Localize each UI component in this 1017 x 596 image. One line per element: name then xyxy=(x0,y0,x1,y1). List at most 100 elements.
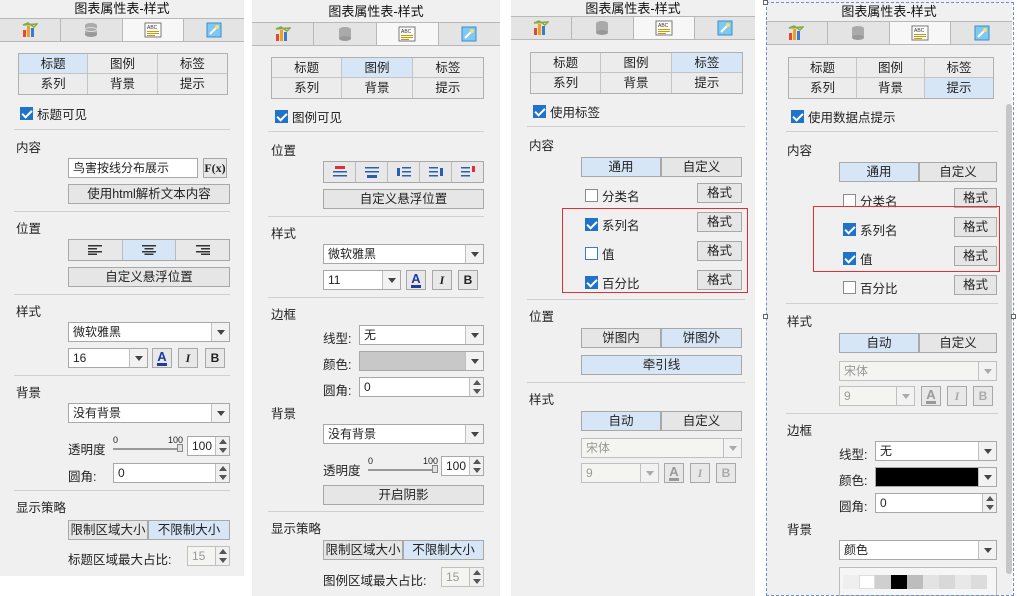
category-format-button[interactable]: 格式 xyxy=(697,183,742,203)
html-parse-button[interactable]: 使用html解析文本内容 xyxy=(68,184,230,204)
seg-legend[interactable]: 图例 xyxy=(342,58,413,78)
font-family-select[interactable]: 宋体 xyxy=(581,438,742,458)
tab-data[interactable] xyxy=(572,17,634,39)
opacity-slider[interactable]: 0 100 xyxy=(368,456,438,474)
seg-label[interactable]: 标签 xyxy=(157,54,227,74)
font-color-button[interactable]: A xyxy=(406,270,426,290)
tab-effects[interactable] xyxy=(694,17,755,39)
no-limit-size-button[interactable]: 不限制大小 xyxy=(403,540,484,560)
tab-effects[interactable] xyxy=(183,19,244,41)
seg-background[interactable]: 背景 xyxy=(601,73,672,93)
spinner-icon[interactable] xyxy=(215,464,229,482)
border-color-select[interactable] xyxy=(359,351,484,371)
max-ratio-input[interactable]: 15 xyxy=(187,546,230,566)
seg-legend[interactable]: 图例 xyxy=(601,53,672,73)
tab-chart-type[interactable] xyxy=(252,23,315,45)
font-family-select[interactable]: 微软雅黑 xyxy=(323,244,484,264)
spinner-icon[interactable] xyxy=(215,437,229,455)
font-color-button[interactable]: A xyxy=(664,463,684,483)
radius-input[interactable]: 0 xyxy=(359,377,484,397)
seg-series[interactable]: 系列 xyxy=(272,78,343,98)
shadow-button[interactable]: 开启阴影 xyxy=(323,485,484,505)
seg-label[interactable]: 标签 xyxy=(412,58,483,78)
custom-style-button[interactable]: 自定义 xyxy=(661,411,742,431)
seg-tooltip[interactable]: 提示 xyxy=(672,73,742,93)
slider-thumb[interactable] xyxy=(432,465,438,473)
font-color-button[interactable]: A xyxy=(152,348,172,368)
title-visible-checkbox[interactable]: 标题可见 xyxy=(20,104,87,123)
seg-legend[interactable]: 图例 xyxy=(88,54,158,74)
leader-line-button[interactable]: 牵引线 xyxy=(581,355,742,375)
auto-style-button[interactable]: 自动 xyxy=(581,411,661,431)
percent-checkbox[interactable]: 百分比 xyxy=(585,273,640,292)
seg-title[interactable]: 标题 xyxy=(272,58,343,78)
line-type-select[interactable]: 无 xyxy=(359,325,484,345)
percent-format-button[interactable]: 格式 xyxy=(697,270,742,290)
no-limit-size-button[interactable]: 不限制大小 xyxy=(148,520,230,540)
limit-size-button[interactable]: 限制区域大小 xyxy=(68,520,148,540)
seg-tooltip[interactable]: 提示 xyxy=(158,74,227,94)
tab-data[interactable] xyxy=(61,19,123,41)
font-family-select[interactable]: 微软雅黑 xyxy=(68,322,230,342)
italic-button[interactable]: I xyxy=(690,463,710,483)
opacity-input[interactable]: 100 xyxy=(441,456,484,476)
series-name-checkbox[interactable]: 系列名 xyxy=(585,215,640,234)
tab-chart-type[interactable] xyxy=(511,17,573,39)
seg-background[interactable]: 背景 xyxy=(88,74,158,94)
seg-series[interactable]: 系列 xyxy=(19,74,89,94)
bold-button[interactable]: B xyxy=(716,463,736,483)
font-size-select[interactable]: 11 xyxy=(323,270,401,290)
spinner-icon[interactable] xyxy=(469,568,483,586)
limit-size-button[interactable]: 限制区域大小 xyxy=(323,540,403,560)
radius-input[interactable]: 0 xyxy=(113,463,230,483)
resize-handle[interactable] xyxy=(1011,314,1016,319)
formula-button[interactable]: F(x) xyxy=(203,158,227,178)
legend-top-right-button[interactable] xyxy=(452,162,483,182)
tab-data[interactable] xyxy=(314,23,377,45)
tab-style[interactable]: ABC xyxy=(376,23,439,45)
resize-handle[interactable] xyxy=(763,0,768,5)
general-tab-button[interactable]: 通用 xyxy=(581,157,661,177)
value-format-button[interactable]: 格式 xyxy=(697,241,742,261)
max-ratio-input[interactable]: 15 xyxy=(441,567,484,587)
seg-background[interactable]: 背景 xyxy=(342,78,413,98)
slider-thumb[interactable] xyxy=(177,444,183,452)
seg-label[interactable]: 标签 xyxy=(671,53,742,73)
background-select[interactable]: 没有背景 xyxy=(323,424,484,444)
seg-series[interactable]: 系列 xyxy=(531,73,602,93)
use-label-checkbox[interactable]: 使用标签 xyxy=(533,102,600,121)
italic-button[interactable]: I xyxy=(432,270,452,290)
seg-title[interactable]: 标题 xyxy=(19,54,89,74)
tab-style[interactable]: ABC xyxy=(122,19,184,41)
tab-style[interactable]: ABC xyxy=(633,17,695,39)
legend-right-button[interactable] xyxy=(420,162,452,182)
seg-title[interactable]: 标题 xyxy=(531,53,602,73)
spinner-icon[interactable] xyxy=(215,547,229,565)
align-right-button[interactable] xyxy=(176,240,230,260)
opacity-slider[interactable]: 0 100 xyxy=(113,435,183,453)
tab-chart-type[interactable] xyxy=(0,19,62,41)
bold-button[interactable]: B xyxy=(458,270,478,290)
font-size-select[interactable]: 9 xyxy=(581,463,659,483)
italic-button[interactable]: I xyxy=(178,348,198,368)
background-select[interactable]: 没有背景 xyxy=(68,403,230,423)
series-format-button[interactable]: 格式 xyxy=(697,212,742,232)
custom-float-position-button[interactable]: 自定义悬浮位置 xyxy=(68,267,230,287)
custom-tab-button[interactable]: 自定义 xyxy=(661,157,742,177)
seg-tooltip[interactable]: 提示 xyxy=(413,78,483,98)
legend-bottom-button[interactable] xyxy=(356,162,388,182)
inside-pie-button[interactable]: 饼图内 xyxy=(581,328,661,348)
legend-left-button[interactable] xyxy=(388,162,420,182)
category-name-checkbox[interactable]: 分类名 xyxy=(585,186,640,205)
title-text-input[interactable]: 鸟害按线分布展示 xyxy=(68,158,198,178)
custom-float-position-button[interactable]: 自定义悬浮位置 xyxy=(323,189,484,209)
tab-effects[interactable] xyxy=(438,23,500,45)
spinner-icon[interactable] xyxy=(469,457,483,475)
legend-top-button[interactable] xyxy=(324,162,356,182)
spinner-icon[interactable] xyxy=(469,378,483,396)
value-checkbox[interactable]: 值 xyxy=(585,244,615,263)
opacity-input[interactable]: 100 xyxy=(187,436,230,456)
font-size-select[interactable]: 16 xyxy=(68,348,148,368)
resize-handle[interactable] xyxy=(763,314,768,319)
bold-button[interactable]: B xyxy=(205,348,225,368)
